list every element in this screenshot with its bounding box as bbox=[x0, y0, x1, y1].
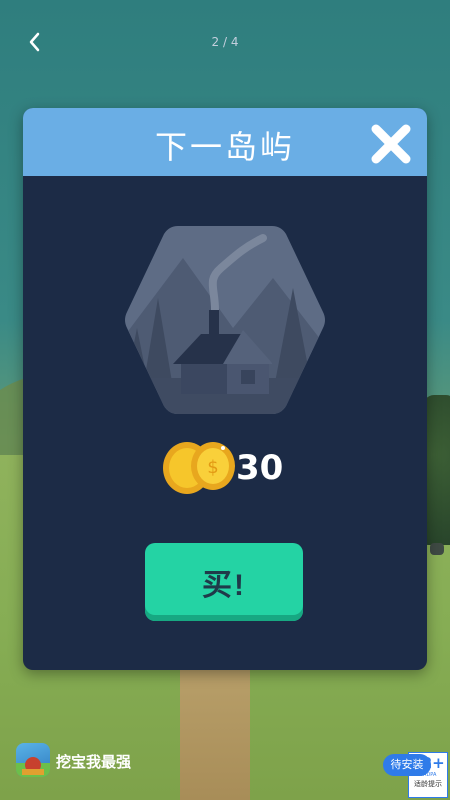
svg-text:$: $ bbox=[207, 457, 218, 478]
app-name: 挖宝我最强 bbox=[56, 753, 132, 771]
app-icon[interactable] bbox=[16, 743, 50, 777]
background-rock bbox=[430, 543, 444, 555]
locked-island-house-icon bbox=[125, 226, 325, 414]
buy-button[interactable]: 买! bbox=[145, 543, 303, 621]
background-path bbox=[180, 660, 250, 800]
dialog-header: 下一岛屿 bbox=[23, 108, 427, 176]
install-button[interactable]: 待安装 bbox=[383, 754, 431, 776]
app-icon-graphic bbox=[16, 757, 50, 777]
price-amount: 30 bbox=[236, 448, 284, 488]
close-button[interactable] bbox=[367, 120, 415, 168]
age-rating-tip: 适龄提示 bbox=[414, 780, 442, 788]
next-island-dialog: 下一岛屿 $ 30 买! bbox=[23, 108, 427, 670]
gold-coin-stack-icon: $ bbox=[163, 442, 235, 494]
top-bar: 2 / 4 bbox=[0, 28, 450, 60]
island-preview bbox=[123, 218, 327, 422]
buy-label: 买! bbox=[202, 569, 246, 602]
price-tag: $ 30 bbox=[161, 438, 311, 498]
close-icon bbox=[371, 124, 411, 164]
page-indicator: 2 / 4 bbox=[211, 35, 239, 49]
